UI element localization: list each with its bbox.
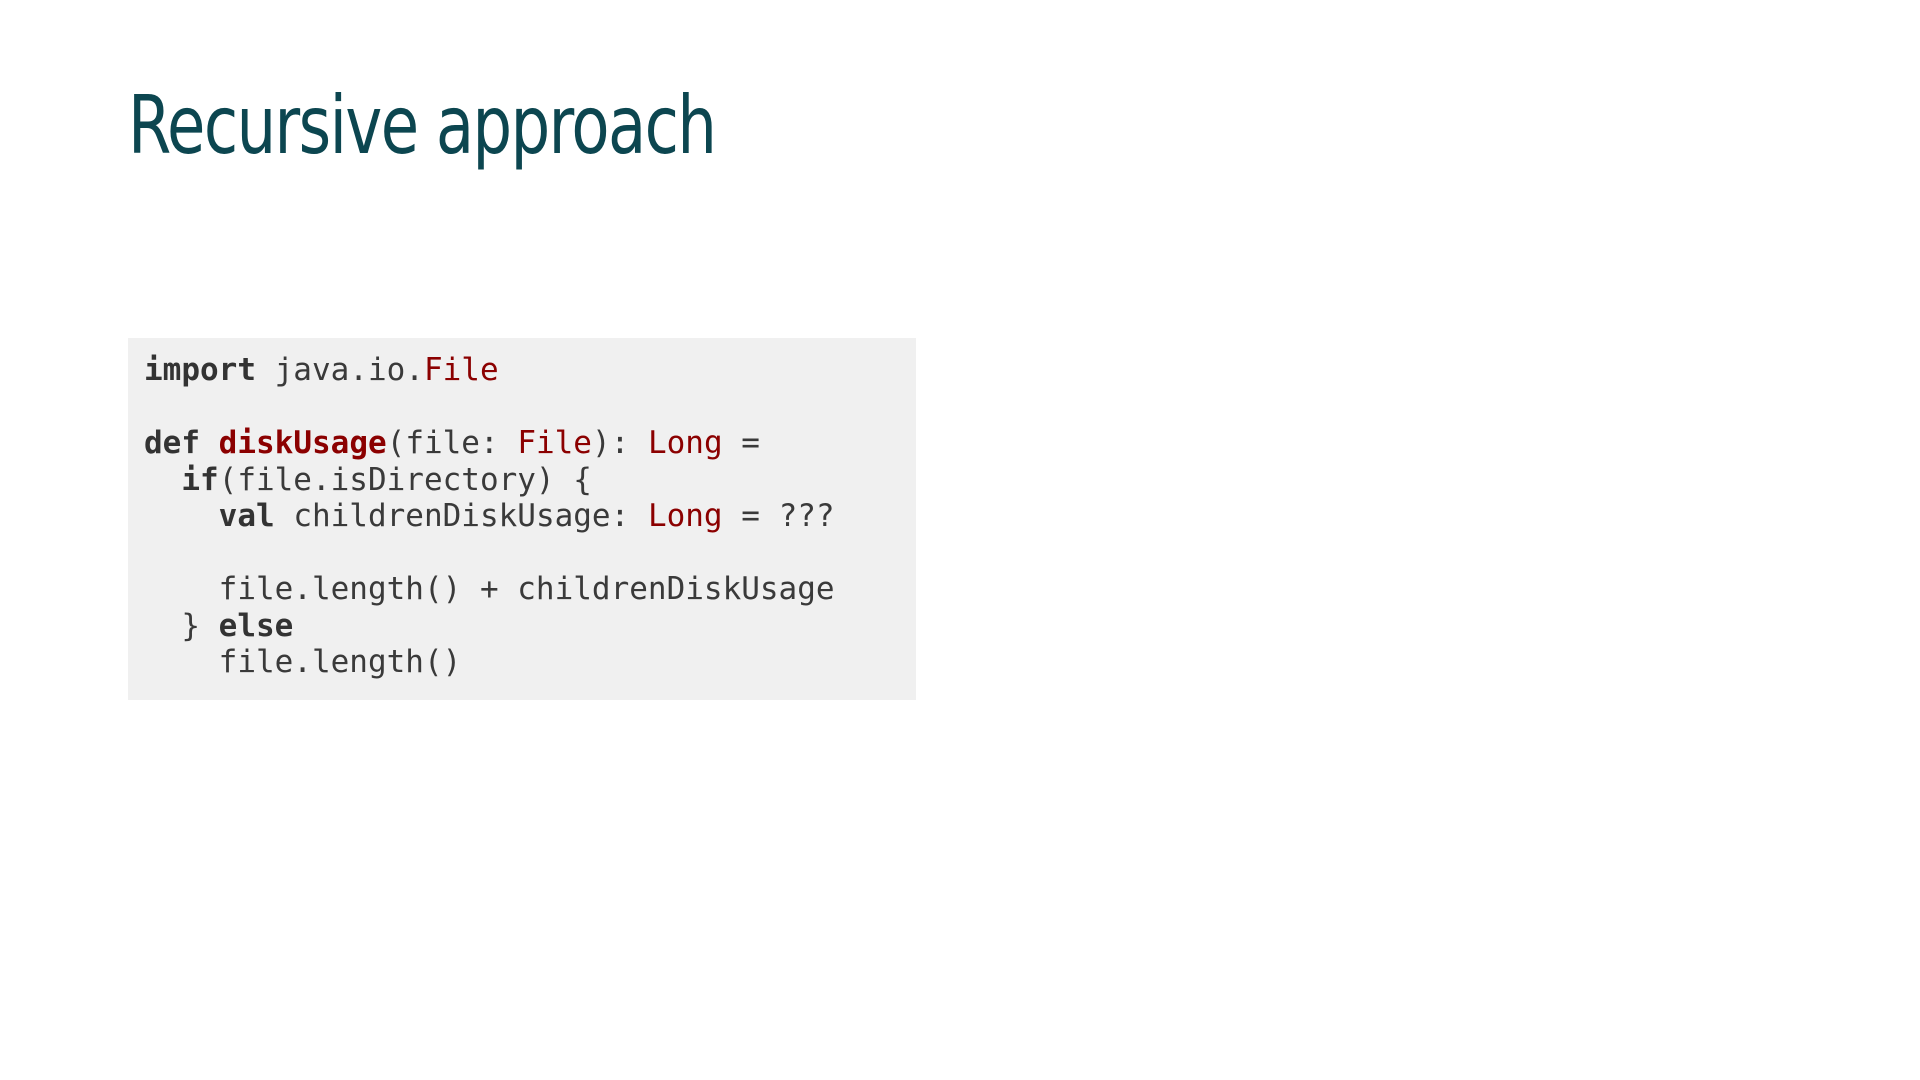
slide-title: Recursive approach xyxy=(128,79,717,172)
code-token-kw: def xyxy=(144,425,200,461)
code-token-ty: Long xyxy=(647,425,723,461)
code-token-kw: import xyxy=(144,352,256,388)
code-token-tx: java.io. xyxy=(255,352,424,388)
code-token-kw: else xyxy=(218,607,294,644)
code-token-kw: if xyxy=(181,461,219,498)
code-line: file.length() + childrenDiskUsage xyxy=(144,571,916,608)
code-token-tx: file.length() + childrenDiskUsage xyxy=(144,571,835,607)
code-line: file.length() xyxy=(144,644,916,681)
code-token-tx: file.length() xyxy=(144,644,462,680)
code-token-kw: val xyxy=(218,498,275,534)
code-token-tx: = xyxy=(722,425,760,461)
code-line: if(file.isDirectory) { xyxy=(144,462,916,499)
code-token-ty: Long xyxy=(647,498,723,534)
code-token-tx: (file.isDirectory) { xyxy=(218,461,592,498)
code-token-tx: (file: xyxy=(386,425,518,461)
code-listing: import java.io.File def diskUsage(file: … xyxy=(144,352,916,681)
code-block: import java.io.File def diskUsage(file: … xyxy=(128,338,916,700)
code-token-tx xyxy=(200,425,219,461)
code-line: val childrenDiskUsage: Long = ??? xyxy=(144,498,916,535)
code-line: } else xyxy=(144,608,916,645)
code-line: def diskUsage(file: File): Long = xyxy=(144,425,916,462)
code-token-ty: File xyxy=(517,425,592,461)
slide: Recursive approach import java.io.File d… xyxy=(0,0,1920,1080)
code-token-tx: childrenDiskUsage: xyxy=(274,498,648,534)
code-token-tx xyxy=(144,498,219,534)
code-token-ty: File xyxy=(423,352,499,388)
code-token-tx: ): xyxy=(591,425,648,461)
code-token-fn: diskUsage xyxy=(218,425,387,461)
code-token-tx: = ??? xyxy=(722,498,835,534)
code-token-tx: } xyxy=(144,607,219,644)
code-token-tx xyxy=(144,462,181,498)
code-line: import java.io.File xyxy=(144,352,916,389)
